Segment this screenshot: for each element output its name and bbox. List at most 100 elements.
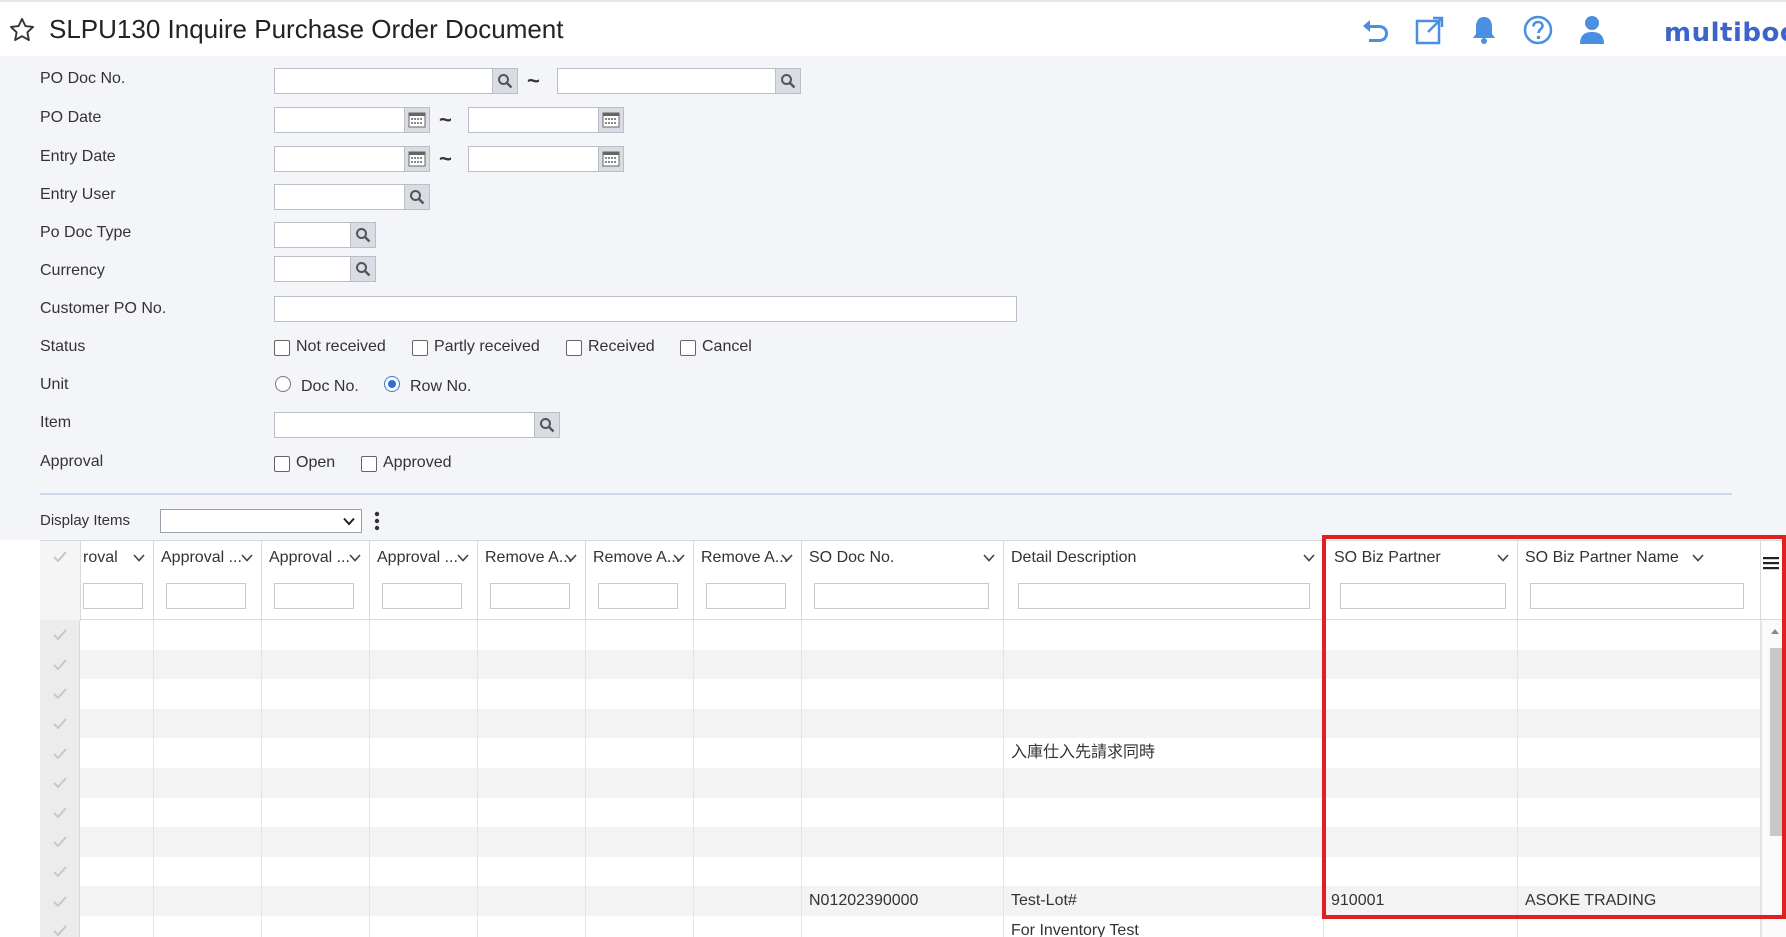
cell-so-biz-partner[interactable] (1324, 679, 1518, 709)
table-row[interactable] (40, 679, 1761, 709)
cell-col-7[interactable] (694, 649, 802, 680)
cell-col-1[interactable] (81, 916, 154, 937)
cell-so-doc-no[interactable] (802, 827, 1004, 857)
po-date-from-input[interactable] (274, 107, 406, 133)
cell-col-2[interactable] (154, 620, 262, 650)
entry-date-to-calendar-button[interactable] (598, 146, 624, 172)
star-icon[interactable] (8, 16, 36, 44)
cell-so-biz-partner[interactable] (1324, 738, 1518, 768)
cell-so-biz-partner-name[interactable] (1518, 856, 1761, 887)
cell-so-doc-no[interactable] (802, 620, 1004, 650)
chevron-down-icon[interactable] (781, 554, 793, 562)
cell-col-5[interactable] (478, 797, 586, 828)
row-select-cell[interactable] (40, 916, 80, 937)
cell-col-6[interactable] (586, 708, 694, 739)
cell-col-7[interactable] (694, 738, 802, 768)
cell-col-6[interactable] (586, 827, 694, 857)
po-date-to-input[interactable] (468, 107, 600, 133)
unit-row-no-radio[interactable] (384, 376, 400, 392)
cell-col-7[interactable] (694, 797, 802, 828)
unit-doc-no-radio[interactable] (275, 376, 291, 392)
chevron-down-icon[interactable] (241, 554, 253, 562)
cell-col-3[interactable] (262, 738, 370, 768)
cell-col-3[interactable] (262, 768, 370, 798)
column-filter-input[interactable] (706, 583, 786, 609)
column-header[interactable]: Approval ... (154, 541, 262, 621)
column-header-so-doc-no[interactable]: SO Doc No. (802, 541, 1004, 621)
cell-col-4[interactable] (370, 886, 478, 916)
cell-detail-description[interactable]: 入庫仕入先請求同時 (1004, 738, 1324, 768)
po-date-from-calendar-button[interactable] (404, 107, 430, 133)
cell-so-biz-partner[interactable] (1324, 827, 1518, 857)
chevron-down-icon[interactable] (349, 554, 361, 562)
cell-col-2[interactable] (154, 827, 262, 857)
cell-so-biz-partner-name[interactable] (1518, 738, 1761, 768)
column-filter-input[interactable] (83, 583, 143, 609)
cell-so-doc-no[interactable] (802, 768, 1004, 798)
cell-col-4[interactable] (370, 768, 478, 798)
cell-col-4[interactable] (370, 856, 478, 887)
grid-menu-icon[interactable] (1762, 555, 1780, 571)
cell-col-1[interactable] (81, 649, 154, 680)
cell-col-6[interactable] (586, 738, 694, 768)
cell-col-4[interactable] (370, 708, 478, 739)
status-received-checkbox[interactable] (566, 340, 582, 356)
po-doc-no-to-search-button[interactable] (775, 68, 801, 94)
cell-col-1[interactable] (81, 738, 154, 768)
select-all-column[interactable] (40, 541, 81, 621)
po-doc-no-from-search-button[interactable] (492, 68, 518, 94)
cell-detail-description[interactable] (1004, 768, 1324, 798)
cell-col-4[interactable] (370, 797, 478, 828)
item-input[interactable] (274, 412, 536, 438)
bell-icon[interactable] (1468, 14, 1500, 46)
cell-col-1[interactable] (81, 797, 154, 828)
entry-date-to-input[interactable] (468, 146, 600, 172)
entry-date-from-input[interactable] (274, 146, 406, 172)
cell-col-5[interactable] (478, 679, 586, 709)
cell-col-6[interactable] (586, 916, 694, 937)
cell-so-biz-partner-name[interactable] (1518, 797, 1761, 828)
cell-col-5[interactable] (478, 620, 586, 650)
cell-detail-description[interactable] (1004, 856, 1324, 887)
row-select-cell[interactable] (40, 768, 80, 798)
cell-col-5[interactable] (478, 827, 586, 857)
cell-so-biz-partner[interactable] (1324, 768, 1518, 798)
cell-detail-description[interactable] (1004, 827, 1324, 857)
table-row[interactable] (40, 708, 1761, 739)
cell-col-1[interactable] (81, 886, 154, 916)
cell-col-7[interactable] (694, 708, 802, 739)
cell-so-doc-no[interactable] (802, 916, 1004, 937)
cell-col-7[interactable] (694, 768, 802, 798)
chevron-down-icon[interactable] (457, 554, 469, 562)
cell-col-5[interactable] (478, 649, 586, 680)
approval-open-checkbox[interactable] (274, 456, 290, 472)
cell-so-biz-partner-name[interactable] (1518, 916, 1761, 937)
row-select-cell[interactable] (40, 827, 80, 857)
currency-search-button[interactable] (350, 256, 376, 282)
column-header-detail-description[interactable]: Detail Description (1004, 541, 1324, 621)
cell-col-7[interactable] (694, 886, 802, 916)
cell-so-biz-partner[interactable] (1324, 797, 1518, 828)
column-filter-input[interactable] (274, 583, 354, 609)
column-filter-input[interactable] (598, 583, 678, 609)
po-doc-type-search-button[interactable] (350, 222, 376, 248)
cell-col-2[interactable] (154, 856, 262, 887)
row-select-cell[interactable] (40, 679, 80, 709)
column-header-so-biz-partner[interactable]: SO Biz Partner (1324, 541, 1518, 621)
cell-col-7[interactable] (694, 916, 802, 937)
row-select-cell[interactable] (40, 797, 80, 828)
entry-user-search-button[interactable] (404, 184, 430, 210)
cell-col-5[interactable] (478, 916, 586, 937)
column-filter-input[interactable] (1340, 583, 1506, 609)
cell-detail-description[interactable] (1004, 649, 1324, 680)
chevron-down-icon[interactable] (1692, 554, 1704, 562)
column-header-so-biz-partner-name[interactable]: SO Biz Partner Name (1518, 541, 1761, 621)
cell-so-biz-partner[interactable] (1324, 856, 1518, 887)
cell-col-7[interactable] (694, 827, 802, 857)
cell-col-3[interactable] (262, 886, 370, 916)
table-row[interactable]: N01202390000 Test-Lot# 910001 ASOKE TRAD… (40, 886, 1761, 916)
column-header[interactable]: Remove A... (694, 541, 802, 621)
column-filter-input[interactable] (490, 583, 570, 609)
cell-col-5[interactable] (478, 886, 586, 916)
cell-col-3[interactable] (262, 856, 370, 887)
